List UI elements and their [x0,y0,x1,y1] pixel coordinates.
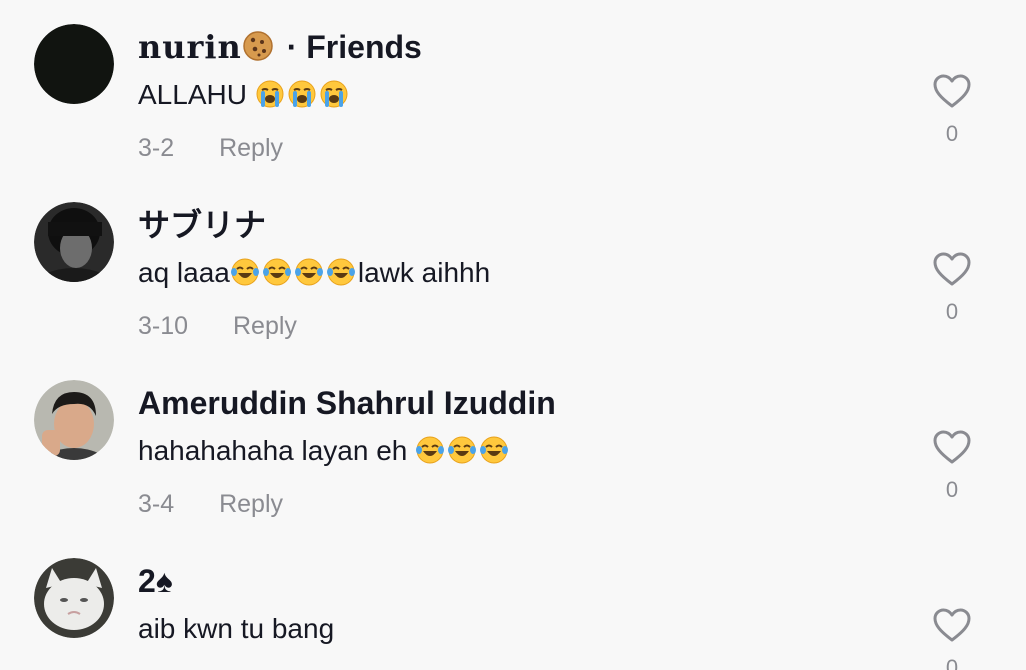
reply-button[interactable]: Reply [219,134,283,162]
comment-text-body: aib kwn tu bang [138,613,335,644]
comment-text: ALLAHU [138,75,351,115]
like-count: 0 [945,477,959,502]
like-count: 0 [945,121,959,146]
like-area: 0 [930,250,974,324]
loudly-crying-face-icon [287,79,317,109]
comment-item: サブリナ aq laaa lawk aihhh 3-10 Reply 0 [0,178,1026,356]
comment-text-tail: lawk aihhh [357,257,491,288]
loudly-crying-face-icon [319,79,349,109]
username[interactable]: nurin · Friends [138,27,422,67]
username[interactable]: サブリナ [138,205,266,245]
heart-outline-icon[interactable] [932,250,972,290]
friends-tag: · Friends [286,29,422,65]
face-with-tears-of-joy-icon [326,257,356,287]
face-with-tears-of-joy-icon [294,257,324,287]
comment-text: aib kwn tu bang [138,609,334,649]
cookie-emoji-icon [242,30,274,62]
comment-text-body: hahahahaha layan eh [138,435,416,466]
reply-button[interactable]: Reply [233,312,297,340]
like-area: 0 [930,72,974,146]
username[interactable]: Ameruddin Shahrul Izuddin [138,383,556,423]
avatar[interactable] [34,24,114,104]
face-with-tears-of-joy-icon [447,435,477,465]
comment-text: hahahahaha layan eh [138,431,511,471]
avatar[interactable] [34,202,114,282]
username-text: nurin [138,28,242,66]
avatar[interactable] [34,558,114,638]
comment-date: 3-4 [138,490,175,518]
comment-date: 3-10 [138,312,189,340]
comment-item: nurin · Friends ALLAHU 3-2 Reply 0 [0,0,1026,178]
comment-meta: 3-2 Reply [138,130,283,166]
comment-meta: 3-10 Reply [138,308,297,344]
heart-outline-icon[interactable] [932,428,972,468]
comment-meta: 3-4 Reply [138,486,283,522]
face-with-tears-of-joy-icon [479,435,509,465]
avatar[interactable] [34,380,114,460]
face-with-tears-of-joy-icon [415,435,445,465]
face-with-tears-of-joy-icon [230,257,260,287]
heart-outline-icon[interactable] [932,72,972,112]
like-area: 0 [930,428,974,502]
comment-list: nurin · Friends ALLAHU 3-2 Reply 0 サブリナ … [0,0,1026,670]
like-count: 0 [945,299,959,324]
comment-item: Ameruddin Shahrul Izuddin hahahahaha lay… [0,356,1026,534]
username[interactable]: 2♠ [138,561,173,601]
comment-text-body: aq laaa [138,257,230,288]
like-count: 0 [945,655,959,670]
loudly-crying-face-icon [255,79,285,109]
like-area: 0 [930,606,974,670]
comment-date: 3-2 [138,134,175,162]
face-with-tears-of-joy-icon [262,257,292,287]
comment-text-body: ALLAHU [138,79,255,110]
comment-text: aq laaa lawk aihhh [138,253,490,293]
reply-button[interactable]: Reply [219,490,283,518]
heart-outline-icon[interactable] [932,606,972,646]
comment-item: 2♠ aib kwn tu bang 0 [0,534,1026,670]
